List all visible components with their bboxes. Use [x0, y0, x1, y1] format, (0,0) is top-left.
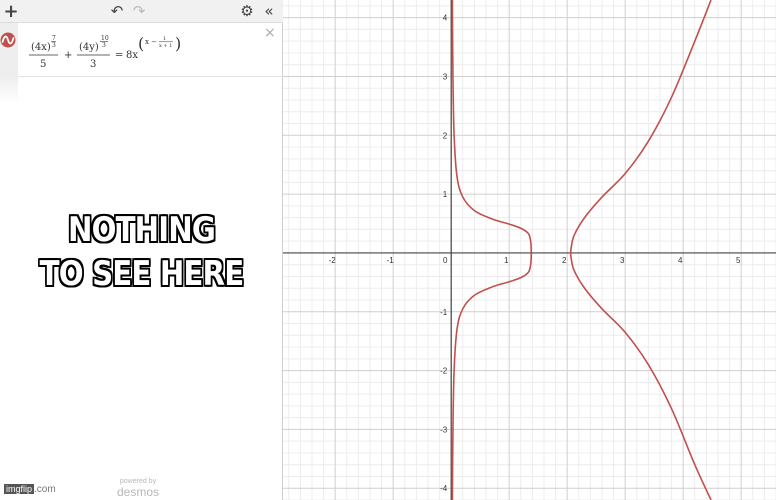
y-tick-label: -2 [440, 367, 448, 376]
x-tick-label: 2 [562, 256, 567, 265]
undo-button[interactable]: ↶ [108, 0, 126, 23]
curves [451, 0, 712, 500]
meme-caption-line2: TO SEE HERE [39, 253, 245, 295]
meme-caption: NOTHING TO SEE HERE [20, 208, 263, 296]
watermark-text: .com [34, 484, 56, 495]
y-tick-label: -3 [440, 425, 448, 434]
collapse-panel-button[interactable]: « [258, 0, 280, 23]
term1-exp-num: 7 [52, 35, 56, 42]
imgflip-watermark: imgflip .com [4, 484, 56, 495]
term2-den: 3 [90, 59, 96, 70]
x-tick-label: -1 [387, 256, 395, 265]
expression-gutter [0, 23, 18, 77]
x-tick-label: 4 [678, 256, 683, 265]
expression-formula[interactable]: (4x) 7 3 5 + (4y) 10 3 3 = 8x ( x − 1 x … [28, 31, 258, 71]
term2-exp-den: 3 [102, 42, 106, 49]
term2-base: (4y) [79, 42, 99, 53]
term1-exp-den: 3 [52, 42, 56, 49]
major-grid [283, 0, 776, 500]
x-tick-label: 3 [620, 256, 625, 265]
y-tick-label: 4 [443, 14, 448, 23]
rhs-exponent-x: x − [145, 38, 157, 46]
expression-row[interactable]: (4x) 7 3 5 + (4y) 10 3 3 = 8x ( x − 1 x … [0, 23, 283, 77]
y-tick-label: 1 [443, 190, 448, 199]
graph-paper[interactable]: -2 -1 0 1 2 3 4 5 -4 -3 -2 -1 1 2 3 4 [283, 0, 776, 500]
rhs-exp-frac-num: 1 [163, 36, 166, 42]
term1-base: (4x) [31, 42, 51, 53]
add-item-button[interactable]: + [2, 0, 20, 23]
expression-panel: + ↶ ↷ ⚙ « (4x) 7 3 5 + (4y) 10 3 3 = 8x … [0, 0, 283, 500]
x-tick-label: 1 [504, 256, 509, 265]
desmos-logo: desmos [116, 485, 160, 499]
graph-color-icon[interactable] [0, 32, 16, 48]
rhs-coefficient: 8x [126, 50, 138, 61]
watermark-box: imgflip [4, 484, 35, 494]
curve-branch-1 [451, 0, 533, 500]
expression-toolbar: + ↶ ↷ ⚙ « [0, 0, 283, 23]
x-tick-label: 5 [736, 256, 741, 265]
settings-button[interactable]: ⚙ [238, 0, 256, 23]
redo-button[interactable]: ↷ [130, 0, 148, 23]
term1-den: 5 [40, 59, 46, 70]
curve-branch-2 [569, 0, 712, 500]
rhs-exp-frac-den: x + 1 [159, 43, 172, 49]
y-tick-label: 2 [443, 131, 448, 140]
plus-sign: + [64, 50, 72, 61]
delete-expression-button[interactable]: × [264, 26, 278, 40]
powered-by-desmos[interactable]: powered by desmos [112, 478, 164, 499]
expression-gutter-fade [0, 77, 18, 104]
axes [283, 0, 776, 500]
meme-caption-line1: NOTHING [67, 209, 217, 251]
rhs-open-paren: ( [138, 34, 144, 53]
x-tick-label: 0 [443, 256, 448, 265]
x-tick-label: -2 [329, 256, 337, 265]
equals-sign: = [115, 50, 123, 61]
y-tick-label: -1 [440, 308, 448, 317]
rhs-close-paren: ) [175, 34, 181, 53]
term2-exp-num: 10 [101, 35, 109, 42]
minor-grid [283, 0, 776, 500]
y-tick-label: -4 [440, 484, 448, 493]
y-tick-label: 3 [443, 72, 448, 81]
